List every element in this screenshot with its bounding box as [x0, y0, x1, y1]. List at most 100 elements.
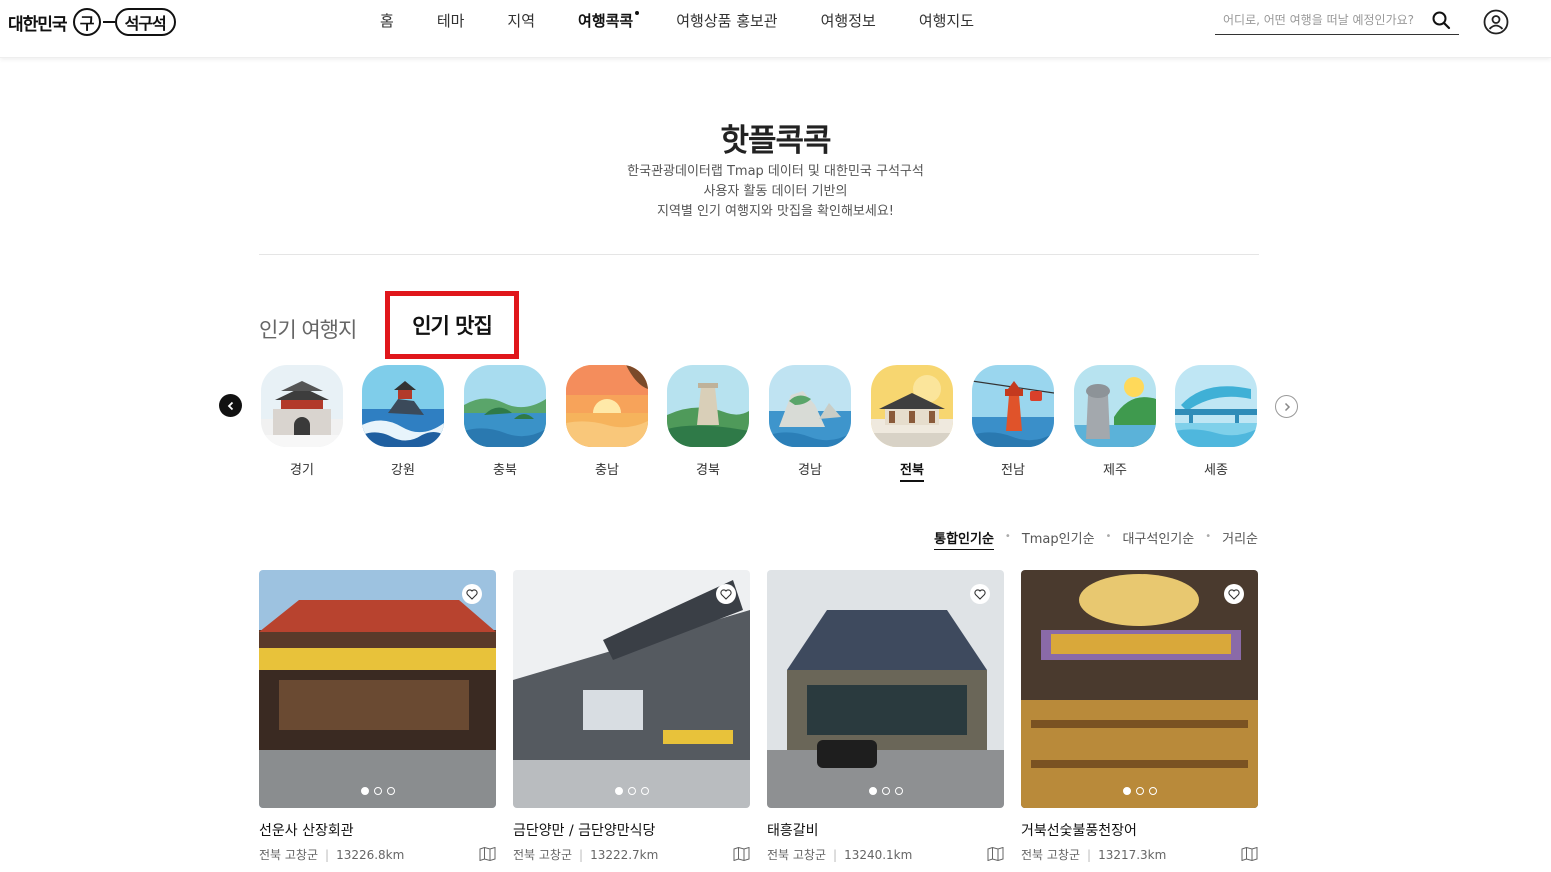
search-icon[interactable] — [1431, 10, 1451, 30]
map-icon[interactable] — [733, 847, 750, 861]
restaurant-distance: 13217.3km — [1098, 847, 1167, 862]
region-gyeongnam[interactable]: 경남 — [769, 365, 851, 480]
region-gyeongbuk[interactable]: 경북 — [667, 365, 749, 480]
heart-icon — [466, 588, 478, 600]
region-gyeonggi[interactable]: 경기 — [261, 365, 343, 480]
nav-home[interactable]: 홈 — [380, 10, 394, 31]
coastal-rocks-icon — [769, 365, 851, 447]
user-icon[interactable] — [1483, 9, 1509, 35]
photo-pagination — [1021, 787, 1258, 795]
region-label: 충남 — [595, 463, 619, 478]
restaurant-name[interactable]: 선운사 산장회관 — [259, 820, 496, 840]
search-input[interactable] — [1215, 8, 1429, 32]
restaurant-region: 전북 고창군 — [1021, 848, 1081, 862]
nav-hotplace[interactable]: 여행콕콕 — [578, 10, 640, 31]
restaurant-photo[interactable] — [513, 570, 750, 808]
restaurant-card[interactable]: 태흥갈비 전북 고창군 | 13240.1km — [767, 570, 1004, 863]
region-jeonbuk[interactable]: 전북 — [871, 365, 953, 482]
region-gangwon[interactable]: 강원 — [362, 365, 444, 480]
restaurant-meta: 전북 고창군 | 13217.3km — [1021, 847, 1167, 863]
restaurant-distance: 13222.7km — [590, 847, 659, 862]
restaurant-name[interactable]: 태흥갈비 — [767, 820, 1004, 840]
stone-tower-icon — [667, 365, 749, 447]
logo-badge-1: 구 — [72, 8, 101, 36]
restaurant-meta: 전북 고창군 | 13226.8km — [259, 847, 405, 863]
restaurant-photo[interactable] — [1021, 570, 1258, 808]
sort-options: 통합인기순 • Tmap인기순 • 대구석인기순 • 거리순 — [934, 528, 1258, 550]
sort-separator: • — [1105, 531, 1112, 542]
restaurant-photo[interactable] — [767, 570, 1004, 808]
chevron-left-icon — [227, 401, 233, 410]
heart-icon — [1228, 588, 1240, 600]
logo-badge-2: 석구석 — [114, 8, 176, 36]
map-icon[interactable] — [987, 847, 1004, 861]
bridge-lake-icon — [1175, 365, 1257, 447]
restaurant-region: 전북 고창군 — [767, 848, 827, 862]
restaurant-photo-image — [767, 570, 1004, 808]
sort-app[interactable]: 대구석인기순 — [1122, 528, 1194, 550]
fortress-gate-icon — [261, 365, 343, 447]
restaurant-photo-image — [513, 570, 750, 808]
nav-products[interactable]: 여행상품 홍보관 — [676, 10, 777, 31]
restaurant-card[interactable]: 거북선숯불풍천장어 전북 고창군 | 13217.3km — [1021, 570, 1258, 863]
page-title: 핫플콕콕 — [720, 123, 831, 159]
carousel-next-button[interactable] — [1275, 395, 1298, 418]
restaurant-photo[interactable] — [259, 570, 496, 808]
carousel-prev-button[interactable] — [219, 394, 242, 417]
sort-overall[interactable]: 통합인기순 — [934, 528, 994, 550]
site-header: 대한민국 구 석구석 홈 테마 지역 여행콕콕 여행상품 홍보관 여행정보 여행… — [0, 0, 1551, 58]
photo-pagination — [513, 787, 750, 795]
section-divider — [259, 254, 1259, 255]
chevron-right-icon — [1284, 402, 1290, 411]
nav-info[interactable]: 여행정보 — [821, 10, 876, 31]
favorite-button[interactable] — [716, 584, 736, 604]
lake-island-icon — [464, 365, 546, 447]
sort-tmap[interactable]: Tmap인기순 — [1022, 528, 1095, 550]
restaurant-card[interactable]: 금단양만 / 금단양만식당 전북 고창군 | 13222.7km — [513, 570, 750, 863]
region-label: 충북 — [493, 463, 517, 478]
region-chungnam[interactable]: 충남 — [566, 365, 648, 480]
tab-popular-attractions[interactable]: 인기 여행지 — [259, 314, 357, 344]
region-jeju[interactable]: 제주 — [1074, 365, 1156, 480]
region-label: 세종 — [1204, 463, 1228, 478]
nav-map[interactable]: 여행지도 — [919, 10, 974, 31]
restaurant-distance: 13240.1km — [844, 847, 913, 862]
restaurant-name[interactable]: 금단양만 / 금단양만식당 — [513, 820, 750, 840]
region-label: 경남 — [798, 463, 822, 478]
lighthouse-cablecar-icon — [971, 365, 1055, 447]
nav-theme[interactable]: 테마 — [437, 10, 465, 31]
dolhareubang-icon — [1074, 365, 1156, 447]
favorite-button[interactable] — [970, 584, 990, 604]
region-sejong[interactable]: 세종 — [1175, 365, 1257, 480]
region-jeonnam[interactable]: 전남 — [971, 365, 1055, 480]
page-description: 한국관광데이터랩 Tmap 데이터 및 대한민국 구석구석 사용자 활동 데이터… — [0, 162, 1551, 222]
sort-distance[interactable]: 거리순 — [1222, 528, 1258, 550]
logo-line — [102, 21, 115, 23]
restaurant-distance: 13226.8km — [336, 847, 405, 862]
sort-separator: • — [1004, 531, 1011, 542]
search-box — [1215, 8, 1459, 35]
sort-separator: • — [1205, 531, 1212, 542]
region-label: 전북 — [900, 459, 924, 482]
favorite-button[interactable] — [1224, 584, 1244, 604]
restaurant-region: 전북 고창군 — [513, 848, 573, 862]
tab-popular-restaurants-label: 인기 맛집 — [412, 314, 493, 338]
region-label: 강원 — [391, 463, 415, 478]
logo-text-1: 대한민국 — [8, 14, 68, 35]
main-nav: 홈 테마 지역 여행콕콕 여행상품 홍보관 여행정보 여행지도 — [380, 10, 1017, 31]
restaurant-name[interactable]: 거북선숯불풍천장어 — [1021, 820, 1258, 840]
nav-region[interactable]: 지역 — [507, 10, 535, 31]
map-icon[interactable] — [479, 847, 496, 861]
tab-popular-restaurants[interactable]: 인기 맛집 — [385, 291, 519, 359]
restaurant-card[interactable]: 선운사 산장회관 전북 고창군 | 13226.8km — [259, 570, 496, 863]
desc-line-2: 사용자 활동 데이터 기반의 — [703, 184, 848, 199]
restaurant-meta: 전북 고창군 | 13222.7km — [513, 847, 659, 863]
restaurant-meta: 전북 고창군 | 13240.1km — [767, 847, 913, 863]
desc-line-3: 지역별 인기 여행지와 맛집을 확인해보세요! — [656, 204, 895, 219]
region-label: 경기 — [290, 463, 314, 478]
map-icon[interactable] — [1241, 847, 1258, 861]
photo-pagination — [259, 787, 496, 795]
region-chungbuk[interactable]: 충북 — [464, 365, 546, 480]
favorite-button[interactable] — [462, 584, 482, 604]
site-logo[interactable]: 대한민국 구 석구석 — [8, 6, 176, 38]
